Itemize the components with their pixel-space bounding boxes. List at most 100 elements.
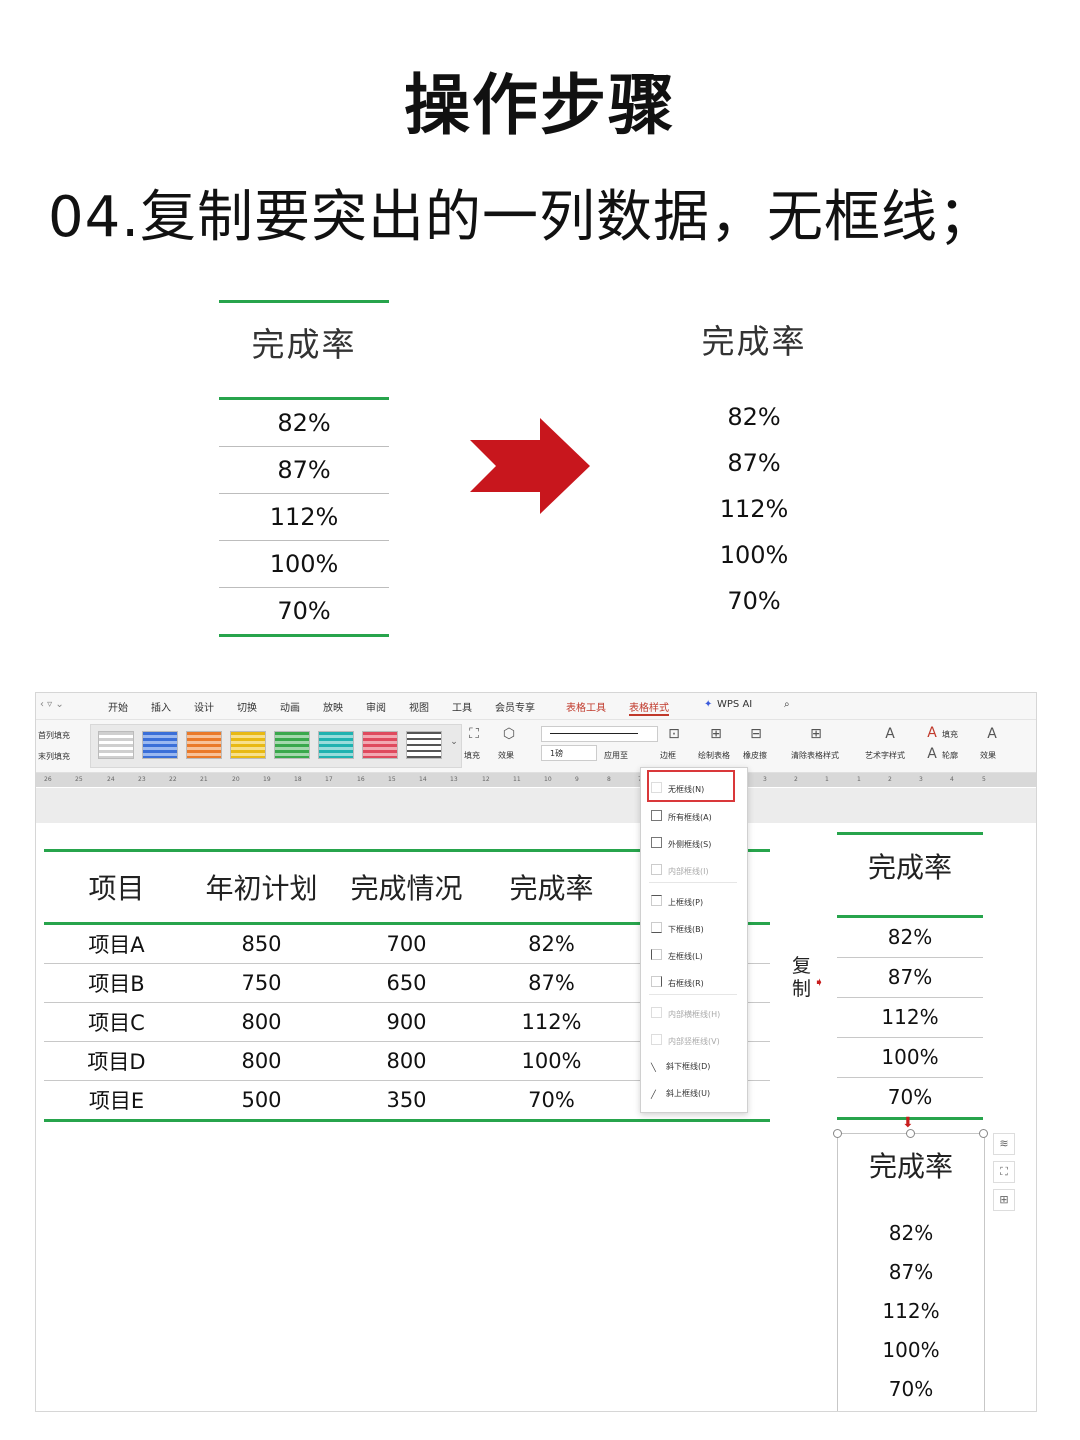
table-cell[interactable]: 112% xyxy=(479,1010,624,1034)
search-icon[interactable]: ⌕ xyxy=(784,699,790,710)
menu-outside-borders[interactable]: 外侧框线(S) xyxy=(651,837,711,850)
menu-insert[interactable]: 插入 xyxy=(151,699,171,714)
table-cell[interactable]: 800 xyxy=(189,1049,334,1073)
table-props-icon[interactable]: ⊞ xyxy=(993,1189,1015,1211)
chevron-down-icon[interactable]: ⌄ xyxy=(446,734,462,750)
column-header[interactable]: 完成率 xyxy=(837,835,983,918)
header-cell[interactable]: 完成情况 xyxy=(334,867,479,907)
menu-animation[interactable]: 动画 xyxy=(280,699,300,714)
table-cell[interactable]: 100% xyxy=(479,1049,624,1073)
menu-bottom-border[interactable]: 下框线(B) xyxy=(651,922,704,935)
menu-transition[interactable]: 切换 xyxy=(237,699,257,714)
menu-review[interactable]: 审阅 xyxy=(366,699,386,714)
column-value[interactable]: 112% xyxy=(837,998,983,1038)
table-cell[interactable]: 800 xyxy=(334,1049,479,1073)
quick-access-icon[interactable]: ‹ ▿ ⌄ xyxy=(40,699,64,710)
menu-home[interactable]: 开始 xyxy=(108,699,128,714)
menu-view[interactable]: 视图 xyxy=(409,699,429,714)
menu-wps-ai[interactable]: WPS AI xyxy=(717,699,752,710)
menu-diagonal-down[interactable]: ╲ 斜下框线(D) xyxy=(651,1061,710,1072)
last-column-fill-option[interactable]: 末列填充 xyxy=(38,751,70,762)
column-value[interactable]: 87% xyxy=(837,958,983,998)
fill-button[interactable]: 填充 xyxy=(464,750,480,761)
menu-all-borders[interactable]: 所有框线(A) xyxy=(651,810,712,823)
text-outline-button[interactable]: 轮廓 xyxy=(942,750,958,761)
header-cell[interactable]: 完成率 xyxy=(479,867,624,907)
menu-tools[interactable]: 工具 xyxy=(452,699,472,714)
column-value[interactable]: 70% xyxy=(837,1078,983,1120)
table-cell[interactable]: 850 xyxy=(189,932,334,956)
line-width-select[interactable]: 1磅 xyxy=(541,745,597,761)
style-grid[interactable] xyxy=(406,731,442,759)
column-value[interactable]: 70% xyxy=(838,1370,984,1409)
column-value[interactable]: 100% xyxy=(838,1331,984,1370)
table-cell[interactable]: 82% xyxy=(479,932,624,956)
clear-style-button[interactable]: 清除表格样式 xyxy=(791,750,839,761)
table-cell[interactable]: 900 xyxy=(334,1010,479,1034)
first-column-fill-option[interactable]: 首列填充 xyxy=(38,730,70,741)
header-cell[interactable]: 项目 xyxy=(44,867,189,907)
menu-top-border[interactable]: 上框线(P) xyxy=(651,895,703,908)
table-cell[interactable]: 500 xyxy=(189,1088,334,1112)
ruler-mark: 13 xyxy=(450,776,458,783)
border-button[interactable]: 边框 xyxy=(660,750,676,761)
menu-no-border[interactable]: 无框线(N) xyxy=(651,782,704,795)
header-cell[interactable]: 年初计划 xyxy=(189,867,334,907)
style-green[interactable] xyxy=(274,731,310,759)
resize-handle[interactable] xyxy=(906,1129,915,1138)
table-cell[interactable]: 700 xyxy=(334,932,479,956)
art-style-button[interactable]: 艺术字样式 xyxy=(865,750,905,761)
canvas-background xyxy=(36,788,1036,823)
menu-separator xyxy=(649,994,737,995)
menu-right-border[interactable]: 右框线(R) xyxy=(651,976,704,989)
menu-member[interactable]: 会员专享 xyxy=(495,699,535,714)
ruler-mark: 9 xyxy=(575,776,579,783)
demo-table-no-borders: 完成率 82% 87% 112% 100% 70% xyxy=(669,300,839,624)
text-fill-button[interactable]: 填充 xyxy=(942,729,958,740)
horizontal-ruler[interactable]: 2625242322212019181716151413121110987654… xyxy=(36,773,1036,787)
style-red[interactable] xyxy=(362,731,398,759)
column-value[interactable]: 82% xyxy=(838,1214,984,1253)
menu-design[interactable]: 设计 xyxy=(194,699,214,714)
paint-bucket-icon[interactable]: ⛶ xyxy=(993,1161,1015,1183)
column-header[interactable]: 完成率 xyxy=(838,1134,984,1214)
table-cell[interactable]: 项目B xyxy=(44,968,189,998)
copied-column-table[interactable]: 完成率 82% 87% 112% 100% 70% xyxy=(837,832,983,1120)
table-cell[interactable]: 650 xyxy=(334,971,479,995)
table-cell[interactable]: 项目C xyxy=(44,1007,189,1037)
line-style-select[interactable] xyxy=(541,726,658,742)
style-yellow[interactable] xyxy=(230,731,266,759)
ruler-mark: 1 xyxy=(825,776,829,783)
table-cell[interactable]: 项目E xyxy=(44,1085,189,1115)
resize-handle[interactable] xyxy=(833,1129,842,1138)
style-gray[interactable] xyxy=(98,731,134,759)
effect-button[interactable]: 效果 xyxy=(498,750,514,761)
table-cell[interactable]: 350 xyxy=(334,1088,479,1112)
column-value[interactable]: 112% xyxy=(838,1292,984,1331)
table-cell[interactable]: 800 xyxy=(189,1010,334,1034)
table-cell[interactable]: 87% xyxy=(479,971,624,995)
layers-icon[interactable]: ≋ xyxy=(993,1133,1015,1155)
menu-table-tools[interactable]: 表格工具 xyxy=(566,699,606,714)
table-cell[interactable]: 70% xyxy=(479,1088,624,1112)
column-value[interactable]: 87% xyxy=(838,1253,984,1292)
table-cell[interactable]: 750 xyxy=(189,971,334,995)
draw-table-button[interactable]: 绘制表格 xyxy=(698,750,730,761)
menu-slideshow[interactable]: 放映 xyxy=(323,699,343,714)
art-text-icon: A xyxy=(885,726,895,742)
menu-table-style[interactable]: 表格样式 xyxy=(629,699,669,716)
style-blue[interactable] xyxy=(142,731,178,759)
table-cell[interactable]: 项目A xyxy=(44,929,189,959)
resize-handle[interactable] xyxy=(979,1129,988,1138)
column-value[interactable]: 82% xyxy=(837,918,983,958)
style-orange[interactable] xyxy=(186,731,222,759)
column-value[interactable]: 100% xyxy=(837,1038,983,1078)
borderless-column-table[interactable]: 完成率 82% 87% 112% 100% 70% xyxy=(837,1133,985,1411)
style-teal[interactable] xyxy=(318,731,354,759)
eraser-button[interactable]: 橡皮擦 xyxy=(743,750,767,761)
text-effect-button[interactable]: 效果 xyxy=(980,750,996,761)
table-cell[interactable]: 项目D xyxy=(44,1046,189,1076)
clear-style-icon: ⊞ xyxy=(810,726,822,742)
menu-diagonal-up[interactable]: ╱ 斜上框线(U) xyxy=(651,1088,710,1099)
menu-left-border[interactable]: 左框线(L) xyxy=(651,949,703,962)
